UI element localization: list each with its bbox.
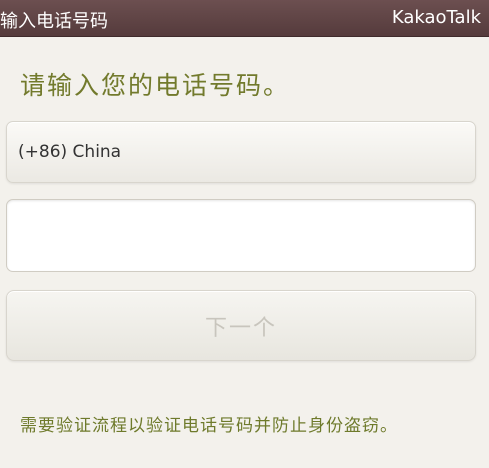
page-heading: 请输入您的电话号码。 [20,71,291,100]
country-select[interactable]: (+86) China [6,121,476,183]
phone-number-input[interactable] [6,199,476,272]
next-button-label: 下一个 [204,315,277,341]
title-bar: 输入电话号码 KakaoTalk [0,0,489,37]
verification-note: 需要验证流程以验证电话号码并防止身份盗窃。 [20,416,398,436]
window-title: 输入电话号码 [0,11,108,32]
app-name: KakaoTalk [391,7,481,28]
next-button[interactable]: 下一个 [6,290,476,361]
country-select-value: (+86) China [18,142,122,162]
